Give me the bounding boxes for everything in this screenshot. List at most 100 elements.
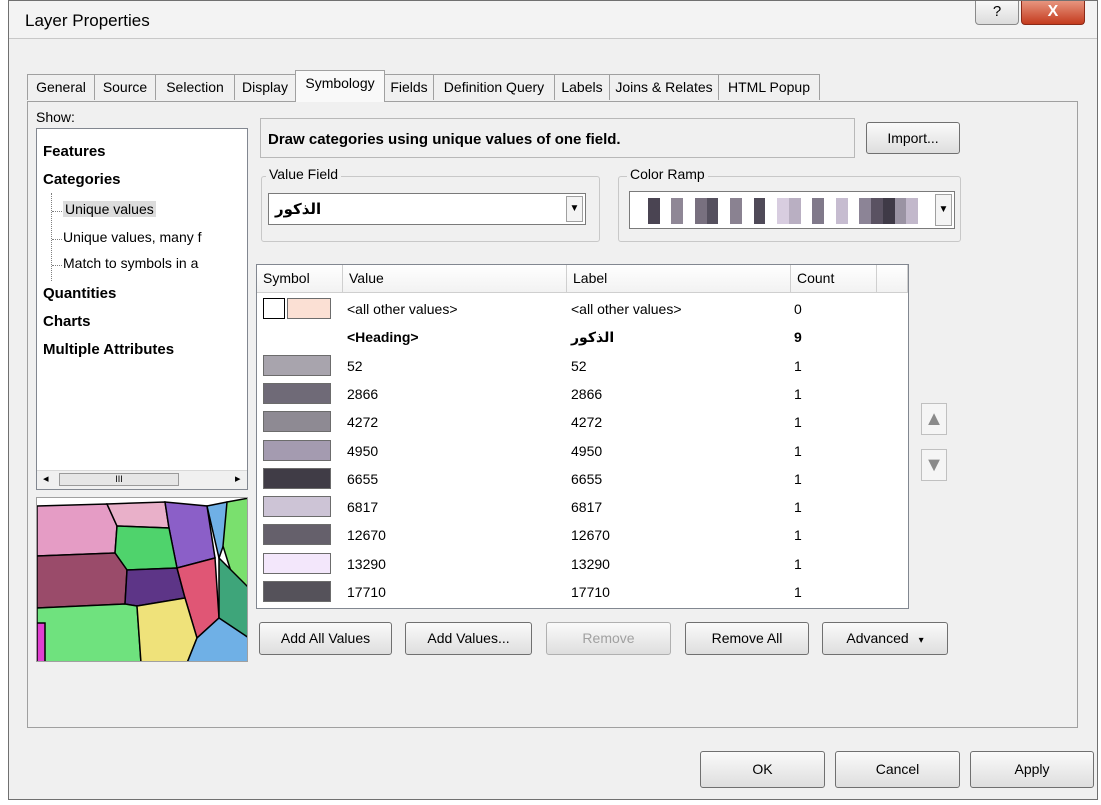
color-ramp-swatch [800, 198, 813, 224]
symbol-swatch[interactable] [263, 354, 331, 376]
tab-joins-relates[interactable]: Joins & Relates [609, 74, 719, 100]
color-ramp-swatch [765, 198, 778, 224]
symbol-swatch[interactable] [263, 524, 331, 546]
symbol-swatch[interactable] [287, 298, 331, 319]
label-cell: 4272 [571, 414, 603, 431]
show-item-charts[interactable]: Charts [43, 313, 91, 330]
show-label: Show: [36, 109, 75, 125]
table-row[interactable]: <Heading> الذكور 9 [257, 324, 908, 350]
chevron-down-icon[interactable]: ▼ [935, 194, 952, 226]
tab-source[interactable]: Source [94, 74, 156, 100]
color-ramp-select[interactable]: ▼ [629, 191, 955, 229]
table-row[interactable]: 4272 4272 1 [257, 409, 908, 435]
column-header-value[interactable]: Value [343, 265, 567, 293]
tab-labels[interactable]: Labels [554, 74, 610, 100]
color-ramp-swatch [918, 198, 931, 224]
tab-html-popup[interactable]: HTML Popup [718, 74, 820, 100]
count-cell: 1 [794, 442, 802, 459]
show-item-unique-values[interactable]: Unique values [63, 201, 156, 217]
show-item-multiple-attributes[interactable]: Multiple Attributes [43, 341, 174, 358]
arrow-up-icon[interactable]: ▲ [921, 403, 947, 435]
count-cell: 1 [794, 499, 802, 516]
color-ramp-swatch [788, 198, 802, 224]
chevron-down-icon[interactable]: ▼ [566, 196, 583, 222]
scroll-thumb[interactable]: III [59, 473, 179, 486]
label-cell: 6655 [571, 470, 603, 487]
label-cell: 17710 [571, 584, 610, 600]
tree-connector [52, 211, 62, 212]
close-button[interactable]: X [1021, 1, 1085, 25]
show-tree-scrollbar[interactable]: ◂ III ▸ [37, 470, 247, 489]
color-ramp-swatch [647, 198, 660, 224]
tree-connector [51, 193, 52, 281]
symbol-swatch[interactable] [263, 411, 331, 433]
title-bar: Layer Properties ? X [9, 1, 1097, 39]
symbol-swatch[interactable] [263, 439, 331, 461]
scroll-right-icon[interactable]: ▸ [235, 472, 241, 485]
tab-selection[interactable]: Selection [155, 74, 235, 100]
scroll-left-icon[interactable]: ◂ [43, 472, 49, 485]
tab-symbology[interactable]: Symbology [295, 70, 385, 102]
label-cell: 12670 [571, 527, 610, 544]
add-values-button[interactable]: Add Values... [405, 622, 532, 655]
color-ramp-swatch [706, 198, 719, 224]
advanced-button[interactable]: Advanced ▾ [822, 622, 948, 655]
symbol-swatch[interactable] [263, 552, 331, 574]
cancel-button[interactable]: Cancel [835, 751, 960, 788]
show-item-categories[interactable]: Categories [43, 171, 121, 188]
value-cell: 13290 [347, 555, 386, 572]
color-ramp-swatch [636, 198, 649, 224]
value-cell: 12670 [347, 527, 386, 544]
show-item-match-symbols[interactable]: Match to symbols in a [63, 255, 198, 271]
symbol-table[interactable]: Symbol Value Label Count <all other valu… [256, 264, 909, 609]
table-row[interactable]: 12670 12670 1 [257, 522, 908, 548]
value-cell: 6817 [347, 499, 379, 516]
checkbox[interactable] [263, 298, 285, 319]
color-ramp-swatch [753, 198, 766, 224]
value-cell: 4272 [347, 414, 379, 431]
tab-fields[interactable]: Fields [384, 74, 434, 100]
renderer-description-box: Draw categories using unique values of o… [260, 118, 855, 158]
table-row[interactable]: 13290 13290 1 [257, 551, 908, 577]
value-cell: 4950 [347, 442, 379, 459]
count-cell: 1 [794, 357, 802, 374]
show-item-features[interactable]: Features [43, 143, 106, 160]
show-item-quantities[interactable]: Quantities [43, 285, 116, 302]
color-ramp-swatch [741, 198, 755, 224]
remove-all-button[interactable]: Remove All [685, 622, 809, 655]
show-item-unique-values-many[interactable]: Unique values, many f [63, 229, 202, 245]
symbol-swatch[interactable] [263, 581, 331, 602]
tab-display[interactable]: Display [234, 74, 296, 100]
apply-button[interactable]: Apply [970, 751, 1094, 788]
import-button[interactable]: Import... [866, 122, 960, 154]
map-preview-image [37, 498, 247, 661]
value-field-select[interactable]: الذكور ▼ [268, 193, 586, 225]
table-row[interactable]: 17710 17710 1 [257, 579, 908, 605]
arrow-down-icon[interactable]: ▼ [921, 449, 947, 481]
color-ramp-swatch [812, 198, 825, 224]
table-row[interactable]: 6817 6817 1 [257, 494, 908, 520]
count-cell: 1 [794, 555, 802, 572]
column-header-count[interactable]: Count [791, 265, 877, 293]
ok-button[interactable]: OK [700, 751, 825, 788]
table-row[interactable]: 2866 2866 1 [257, 381, 908, 407]
table-row[interactable]: 4950 4950 1 [257, 438, 908, 464]
color-ramp-label: Color Ramp [627, 166, 708, 182]
show-tree[interactable]: Features Categories Unique values Unique… [36, 128, 248, 490]
remove-button[interactable]: Remove [546, 622, 671, 655]
symbol-swatch[interactable] [263, 496, 331, 518]
tab-general[interactable]: General [27, 74, 95, 100]
count-cell: 1 [794, 527, 802, 544]
value-cell: 2866 [347, 385, 379, 402]
column-header-label[interactable]: Label [567, 265, 791, 293]
tab-definition-query[interactable]: Definition Query [433, 74, 555, 100]
column-header-symbol[interactable]: Symbol [257, 265, 343, 293]
color-ramp-swatch [730, 198, 743, 224]
symbol-swatch[interactable] [263, 467, 331, 489]
add-all-values-button[interactable]: Add All Values [259, 622, 392, 655]
symbol-swatch[interactable] [263, 382, 331, 404]
help-button[interactable]: ? [975, 1, 1019, 25]
table-row[interactable]: 6655 6655 1 [257, 466, 908, 492]
table-row[interactable]: <all other values> <all other values> 0 [257, 296, 908, 322]
table-row[interactable]: 52 52 1 [257, 353, 908, 379]
